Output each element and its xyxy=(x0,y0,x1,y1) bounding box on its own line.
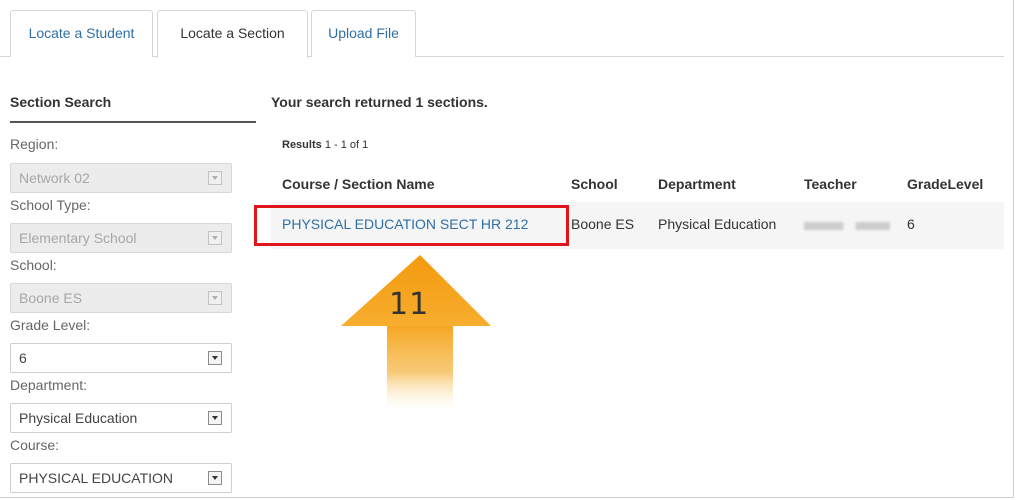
course-select-value: PHYSICAL EDUCATION xyxy=(19,470,174,486)
chevron-down-icon xyxy=(208,411,222,425)
chevron-down-icon xyxy=(208,351,222,365)
department-label: Department: xyxy=(10,377,88,393)
tab-upload-file[interactable]: Upload File xyxy=(311,10,416,57)
grade-level-select-value: 6 xyxy=(19,350,27,366)
region-select-value: Network 02 xyxy=(19,170,90,186)
course-select[interactable]: PHYSICAL EDUCATION xyxy=(10,463,232,493)
school-label: School: xyxy=(10,257,57,273)
results-count: Results 1 - 1 of 1 xyxy=(282,139,368,151)
row-teacher-redacted xyxy=(804,222,890,230)
search-summary: Your search returned 1 sections. xyxy=(271,94,488,110)
highlight-box xyxy=(254,205,569,246)
school-select[interactable]: Boone ES xyxy=(10,283,232,313)
school-type-select-value: Elementary School xyxy=(19,230,137,246)
chevron-down-icon xyxy=(208,291,222,305)
results-count-range: 1 - 1 of 1 xyxy=(324,139,369,151)
results-count-label: Results xyxy=(282,139,322,151)
row-school: Boone ES xyxy=(571,216,635,232)
chevron-down-icon xyxy=(208,471,222,485)
chevron-down-icon xyxy=(208,231,222,245)
chevron-down-icon xyxy=(208,171,222,185)
grade-level-select[interactable]: 6 xyxy=(10,343,232,373)
section-search-panel: Section Search xyxy=(10,90,256,123)
tab-locate-student[interactable]: Locate a Student xyxy=(10,10,153,57)
section-search-rule xyxy=(10,121,256,123)
course-label: Course: xyxy=(10,437,60,453)
region-label: Region: xyxy=(10,136,59,152)
column-header-course[interactable]: Course / Section Name xyxy=(282,176,435,192)
school-type-select[interactable]: Elementary School xyxy=(10,223,232,253)
column-header-department[interactable]: Department xyxy=(658,176,736,192)
grade-level-label: Grade Level: xyxy=(10,317,91,333)
column-header-school[interactable]: School xyxy=(571,176,618,192)
step-number: 11 xyxy=(389,287,430,322)
tab-bar: Locate a Student Locate a Section Upload… xyxy=(0,0,1004,58)
column-header-teacher[interactable]: Teacher xyxy=(804,176,857,192)
up-arrow-icon xyxy=(341,255,491,415)
row-department: Physical Education xyxy=(658,216,777,232)
column-header-grade-level[interactable]: GradeLevel xyxy=(907,176,983,192)
department-select-value: Physical Education xyxy=(19,410,138,426)
row-grade-level: 6 xyxy=(907,216,915,232)
tab-locate-section[interactable]: Locate a Section xyxy=(157,10,308,58)
region-select[interactable]: Network 02 xyxy=(10,163,232,193)
school-type-label: School Type: xyxy=(10,197,91,213)
department-select[interactable]: Physical Education xyxy=(10,403,232,433)
school-select-value: Boone ES xyxy=(19,290,83,306)
section-search-title: Section Search xyxy=(10,94,112,110)
